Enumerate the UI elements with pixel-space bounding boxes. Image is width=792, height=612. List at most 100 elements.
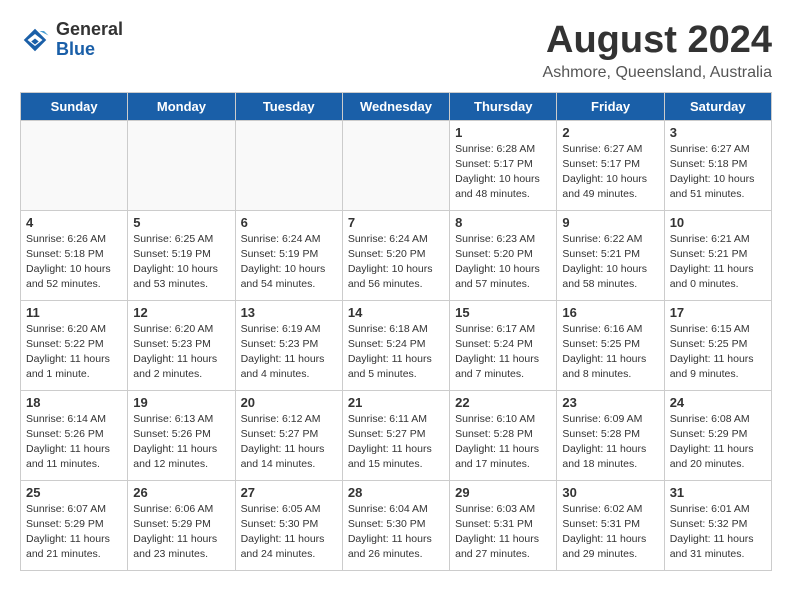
day-info: Sunrise: 6:02 AMSunset: 5:31 PMDaylight:… — [562, 502, 658, 563]
calendar-cell: 11 Sunrise: 6:20 AMSunset: 5:22 PMDayligh… — [21, 300, 128, 390]
day-info: Sunrise: 6:24 AMSunset: 5:19 PMDaylight:… — [241, 232, 337, 293]
calendar-cell: 23 Sunrise: 6:09 AMSunset: 5:28 PMDayligh… — [557, 390, 664, 480]
week-row-2: 4Sunrise: 6:26 AMSunset: 5:18 PMDaylight… — [21, 210, 772, 300]
day-number: 5 — [133, 215, 229, 230]
calendar-cell: 20Sunrise: 6:12 AMSunset: 5:27 PMDayligh… — [235, 390, 342, 480]
calendar-cell: 21 Sunrise: 6:11 AMSunset: 5:27 PMDayligh… — [342, 390, 449, 480]
logo: General Blue — [20, 20, 123, 60]
weekday-header-friday: Friday — [557, 92, 664, 120]
day-info: Sunrise: 6:09 AMSunset: 5:28 PMDaylight:… — [562, 412, 658, 473]
logo-blue-text: Blue — [56, 40, 123, 60]
week-row-1: 1 Sunrise: 6:28 AMSunset: 5:17 PMDaylight… — [21, 120, 772, 210]
day-info: Sunrise: 6:01 AMSunset: 5:32 PMDaylight:… — [670, 502, 766, 563]
day-info: Sunrise: 6:08 AMSunset: 5:29 PMDaylight:… — [670, 412, 766, 473]
calendar-cell: 19 Sunrise: 6:13 AMSunset: 5:26 PMDayligh… — [128, 390, 235, 480]
day-number: 2 — [562, 125, 658, 140]
day-info: Sunrise: 6:14 AMSunset: 5:26 PMDaylight:… — [26, 412, 122, 473]
day-number: 14 — [348, 305, 444, 320]
day-number: 26 — [133, 485, 229, 500]
calendar-cell: 12 Sunrise: 6:20 AMSunset: 5:23 PMDayligh… — [128, 300, 235, 390]
calendar-cell: 5 Sunrise: 6:25 AMSunset: 5:19 PMDaylight… — [128, 210, 235, 300]
day-info: Sunrise: 6:25 AMSunset: 5:19 PMDaylight:… — [133, 232, 229, 293]
day-info: Sunrise: 6:10 AMSunset: 5:28 PMDaylight:… — [455, 412, 551, 473]
day-number: 23 — [562, 395, 658, 410]
day-info: Sunrise: 6:04 AMSunset: 5:30 PMDaylight:… — [348, 502, 444, 563]
day-info: Sunrise: 6:19 AMSunset: 5:23 PMDaylight:… — [241, 322, 337, 383]
day-info: Sunrise: 6:20 AMSunset: 5:23 PMDaylight:… — [133, 322, 229, 383]
calendar-cell: 28 Sunrise: 6:04 AMSunset: 5:30 PMDayligh… — [342, 480, 449, 570]
day-number: 13 — [241, 305, 337, 320]
day-info: Sunrise: 6:17 AMSunset: 5:24 PMDaylight:… — [455, 322, 551, 383]
calendar-cell: 2 Sunrise: 6:27 AMSunset: 5:17 PMDaylight… — [557, 120, 664, 210]
weekday-header-tuesday: Tuesday — [235, 92, 342, 120]
weekday-header-wednesday: Wednesday — [342, 92, 449, 120]
day-number: 12 — [133, 305, 229, 320]
calendar-cell: 13 Sunrise: 6:19 AMSunset: 5:23 PMDayligh… — [235, 300, 342, 390]
day-number: 21 — [348, 395, 444, 410]
day-number: 3 — [670, 125, 766, 140]
weekday-header-thursday: Thursday — [450, 92, 557, 120]
calendar-cell — [235, 120, 342, 210]
month-year-title: August 2024 — [543, 20, 772, 62]
calendar-cell: 17Sunrise: 6:15 AMSunset: 5:25 PMDayligh… — [664, 300, 771, 390]
day-number: 31 — [670, 485, 766, 500]
calendar-cell: 31 Sunrise: 6:01 AMSunset: 5:32 PMDayligh… — [664, 480, 771, 570]
calendar-cell: 7Sunrise: 6:24 AMSunset: 5:20 PMDaylight… — [342, 210, 449, 300]
day-number: 7 — [348, 215, 444, 230]
day-info: Sunrise: 6:13 AMSunset: 5:26 PMDaylight:… — [133, 412, 229, 473]
calendar-cell: 24 Sunrise: 6:08 AMSunset: 5:29 PMDayligh… — [664, 390, 771, 480]
calendar-cell: 22 Sunrise: 6:10 AMSunset: 5:28 PMDayligh… — [450, 390, 557, 480]
calendar-cell: 4Sunrise: 6:26 AMSunset: 5:18 PMDaylight… — [21, 210, 128, 300]
logo-icon — [20, 25, 50, 55]
day-info: Sunrise: 6:22 AMSunset: 5:21 PMDaylight:… — [562, 232, 658, 293]
day-number: 29 — [455, 485, 551, 500]
calendar-cell: 1 Sunrise: 6:28 AMSunset: 5:17 PMDaylight… — [450, 120, 557, 210]
day-number: 1 — [455, 125, 551, 140]
calendar-cell: 6Sunrise: 6:24 AMSunset: 5:19 PMDaylight… — [235, 210, 342, 300]
calendar-cell: 8Sunrise: 6:23 AMSunset: 5:20 PMDaylight… — [450, 210, 557, 300]
day-number: 18 — [26, 395, 122, 410]
day-info: Sunrise: 6:06 AMSunset: 5:29 PMDaylight:… — [133, 502, 229, 563]
calendar-cell: 3Sunrise: 6:27 AMSunset: 5:18 PMDaylight… — [664, 120, 771, 210]
calendar-cell — [128, 120, 235, 210]
day-info: Sunrise: 6:07 AMSunset: 5:29 PMDaylight:… — [26, 502, 122, 563]
weekday-header-saturday: Saturday — [664, 92, 771, 120]
calendar-cell: 30 Sunrise: 6:02 AMSunset: 5:31 PMDayligh… — [557, 480, 664, 570]
logo-text: General Blue — [56, 20, 123, 60]
calendar-cell: 9 Sunrise: 6:22 AMSunset: 5:21 PMDaylight… — [557, 210, 664, 300]
day-info: Sunrise: 6:18 AMSunset: 5:24 PMDaylight:… — [348, 322, 444, 383]
day-info: Sunrise: 6:21 AMSunset: 5:21 PMDaylight:… — [670, 232, 766, 293]
calendar-cell — [342, 120, 449, 210]
page-header: General Blue August 2024 Ashmore, Queens… — [20, 20, 772, 82]
day-number: 22 — [455, 395, 551, 410]
week-row-5: 25Sunrise: 6:07 AMSunset: 5:29 PMDayligh… — [21, 480, 772, 570]
day-number: 16 — [562, 305, 658, 320]
day-number: 8 — [455, 215, 551, 230]
calendar-cell: 18 Sunrise: 6:14 AMSunset: 5:26 PMDayligh… — [21, 390, 128, 480]
day-number: 9 — [562, 215, 658, 230]
day-number: 30 — [562, 485, 658, 500]
calendar-cell: 27Sunrise: 6:05 AMSunset: 5:30 PMDayligh… — [235, 480, 342, 570]
day-number: 24 — [670, 395, 766, 410]
day-info: Sunrise: 6:12 AMSunset: 5:27 PMDaylight:… — [241, 412, 337, 473]
day-info: Sunrise: 6:11 AMSunset: 5:27 PMDaylight:… — [348, 412, 444, 473]
calendar-table: SundayMondayTuesdayWednesdayThursdayFrid… — [20, 92, 772, 571]
day-info: Sunrise: 6:20 AMSunset: 5:22 PMDaylight:… — [26, 322, 122, 383]
calendar-cell: 16Sunrise: 6:16 AMSunset: 5:25 PMDayligh… — [557, 300, 664, 390]
day-number: 15 — [455, 305, 551, 320]
weekday-header-row: SundayMondayTuesdayWednesdayThursdayFrid… — [21, 92, 772, 120]
day-number: 4 — [26, 215, 122, 230]
day-number: 28 — [348, 485, 444, 500]
day-number: 11 — [26, 305, 122, 320]
day-info: Sunrise: 6:27 AMSunset: 5:17 PMDaylight:… — [562, 142, 658, 203]
day-number: 19 — [133, 395, 229, 410]
day-info: Sunrise: 6:28 AMSunset: 5:17 PMDaylight:… — [455, 142, 551, 203]
weekday-header-monday: Monday — [128, 92, 235, 120]
calendar-cell: 25Sunrise: 6:07 AMSunset: 5:29 PMDayligh… — [21, 480, 128, 570]
calendar-cell: 14 Sunrise: 6:18 AMSunset: 5:24 PMDayligh… — [342, 300, 449, 390]
weekday-header-sunday: Sunday — [21, 92, 128, 120]
location-subtitle: Ashmore, Queensland, Australia — [543, 64, 772, 82]
day-number: 27 — [241, 485, 337, 500]
calendar-cell: 15 Sunrise: 6:17 AMSunset: 5:24 PMDayligh… — [450, 300, 557, 390]
calendar-cell: 29Sunrise: 6:03 AMSunset: 5:31 PMDayligh… — [450, 480, 557, 570]
